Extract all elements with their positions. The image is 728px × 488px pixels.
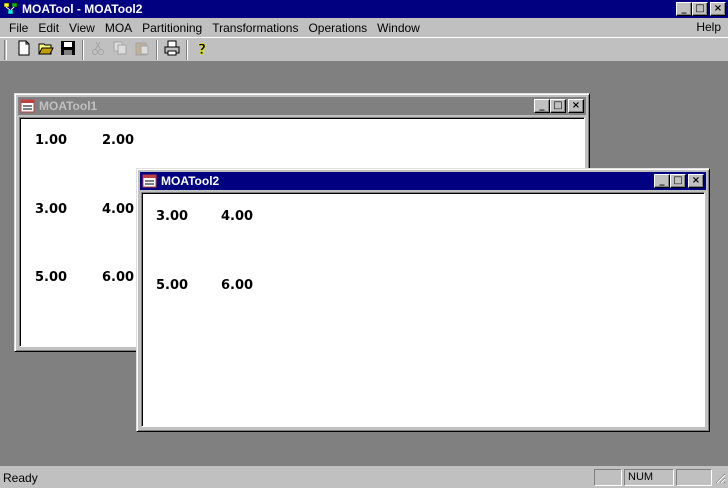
value-cell: 5.00 bbox=[35, 270, 68, 285]
paste-icon bbox=[134, 40, 150, 59]
value-cell: 5.00 bbox=[156, 278, 189, 293]
menu-moa[interactable]: MOA bbox=[100, 21, 137, 35]
menu-transformations[interactable]: Transformations bbox=[207, 21, 303, 35]
status-bar: Ready NUM bbox=[0, 466, 728, 488]
child2-title: MOATool2 bbox=[161, 174, 220, 188]
document-icon bbox=[142, 174, 158, 188]
value-cell: 6.00 bbox=[221, 278, 254, 293]
copy-button[interactable] bbox=[109, 40, 131, 60]
svg-text:?: ? bbox=[198, 42, 206, 56]
menu-operations[interactable]: Operations bbox=[303, 21, 372, 35]
app-title-bar[interactable]: MOATool - MOATool2 _ □ × bbox=[0, 0, 728, 18]
child2-window-controls: _ □ × bbox=[654, 174, 704, 188]
child1-maximize-button[interactable]: □ bbox=[550, 99, 566, 113]
menu-help[interactable]: Help bbox=[691, 20, 726, 34]
app-title: MOATool - MOATool2 bbox=[22, 2, 143, 16]
child2-maximize-button[interactable]: □ bbox=[670, 174, 686, 188]
paste-button[interactable] bbox=[131, 40, 153, 60]
child1-title: MOATool1 bbox=[39, 99, 98, 113]
toolbar-separator bbox=[156, 39, 158, 60]
child1-title-bar[interactable]: MOATool1 _ □ × bbox=[18, 97, 586, 115]
status-pane-caps bbox=[594, 469, 622, 486]
save-icon bbox=[60, 40, 76, 59]
value-cell: 4.00 bbox=[221, 209, 254, 224]
open-button[interactable] bbox=[35, 40, 57, 60]
document-icon bbox=[20, 99, 36, 113]
mdi-client-area: MOATool1 _ □ × 1.00 2.00 3.00 4.00 5.00 … bbox=[0, 62, 728, 466]
copy-icon bbox=[112, 40, 128, 59]
child1-window-controls: _ □ × bbox=[534, 99, 584, 113]
child2-content[interactable]: 3.00 4.00 5.00 6.00 bbox=[141, 192, 705, 427]
child2-minimize-button[interactable]: _ bbox=[654, 174, 670, 188]
cut-icon bbox=[90, 40, 106, 59]
new-button[interactable] bbox=[13, 40, 35, 60]
app-maximize-button[interactable]: □ bbox=[692, 2, 708, 16]
open-icon bbox=[38, 40, 54, 59]
status-text: Ready bbox=[3, 471, 38, 485]
toolbar: ? bbox=[0, 37, 728, 62]
about-icon: ? bbox=[194, 40, 210, 59]
child2-title-bar[interactable]: MOATool2 _ □ × bbox=[140, 172, 706, 190]
child1-close-button[interactable]: × bbox=[568, 99, 584, 113]
menu-bar: File Edit View MOA Partitioning Transfor… bbox=[0, 18, 728, 37]
app-window-controls: _ □ × bbox=[676, 2, 726, 16]
child1-minimize-button[interactable]: _ bbox=[534, 99, 550, 113]
print-icon bbox=[164, 40, 180, 59]
toolbar-grip[interactable] bbox=[4, 39, 7, 60]
save-button[interactable] bbox=[57, 40, 79, 60]
value-cell: 6.00 bbox=[102, 270, 135, 285]
cut-button[interactable] bbox=[87, 40, 109, 60]
value-cell: 3.00 bbox=[156, 209, 189, 224]
network-app-icon bbox=[3, 2, 19, 16]
app-close-button[interactable]: × bbox=[710, 2, 726, 16]
app-minimize-button[interactable]: _ bbox=[676, 2, 692, 16]
toolbar-separator bbox=[186, 39, 188, 60]
menu-edit[interactable]: Edit bbox=[33, 21, 64, 35]
about-button[interactable]: ? bbox=[191, 40, 213, 60]
value-cell: 2.00 bbox=[102, 133, 135, 148]
menu-window[interactable]: Window bbox=[372, 21, 425, 35]
value-cell: 3.00 bbox=[35, 202, 68, 217]
toolbar-separator bbox=[82, 39, 84, 60]
value-cell: 4.00 bbox=[102, 202, 135, 217]
resize-grip-icon[interactable] bbox=[714, 472, 726, 487]
print-button[interactable] bbox=[161, 40, 183, 60]
status-pane-scroll bbox=[676, 469, 712, 486]
menu-file[interactable]: File bbox=[4, 21, 33, 35]
child-window-moatool2[interactable]: MOATool2 _ □ × 3.00 4.00 5.00 6.00 bbox=[136, 168, 710, 432]
child2-close-button[interactable]: × bbox=[688, 174, 704, 188]
new-icon bbox=[16, 40, 32, 59]
menu-partitioning[interactable]: Partitioning bbox=[137, 21, 207, 35]
menu-view[interactable]: View bbox=[64, 21, 100, 35]
status-pane-num: NUM bbox=[624, 469, 674, 486]
value-cell: 1.00 bbox=[35, 133, 68, 148]
